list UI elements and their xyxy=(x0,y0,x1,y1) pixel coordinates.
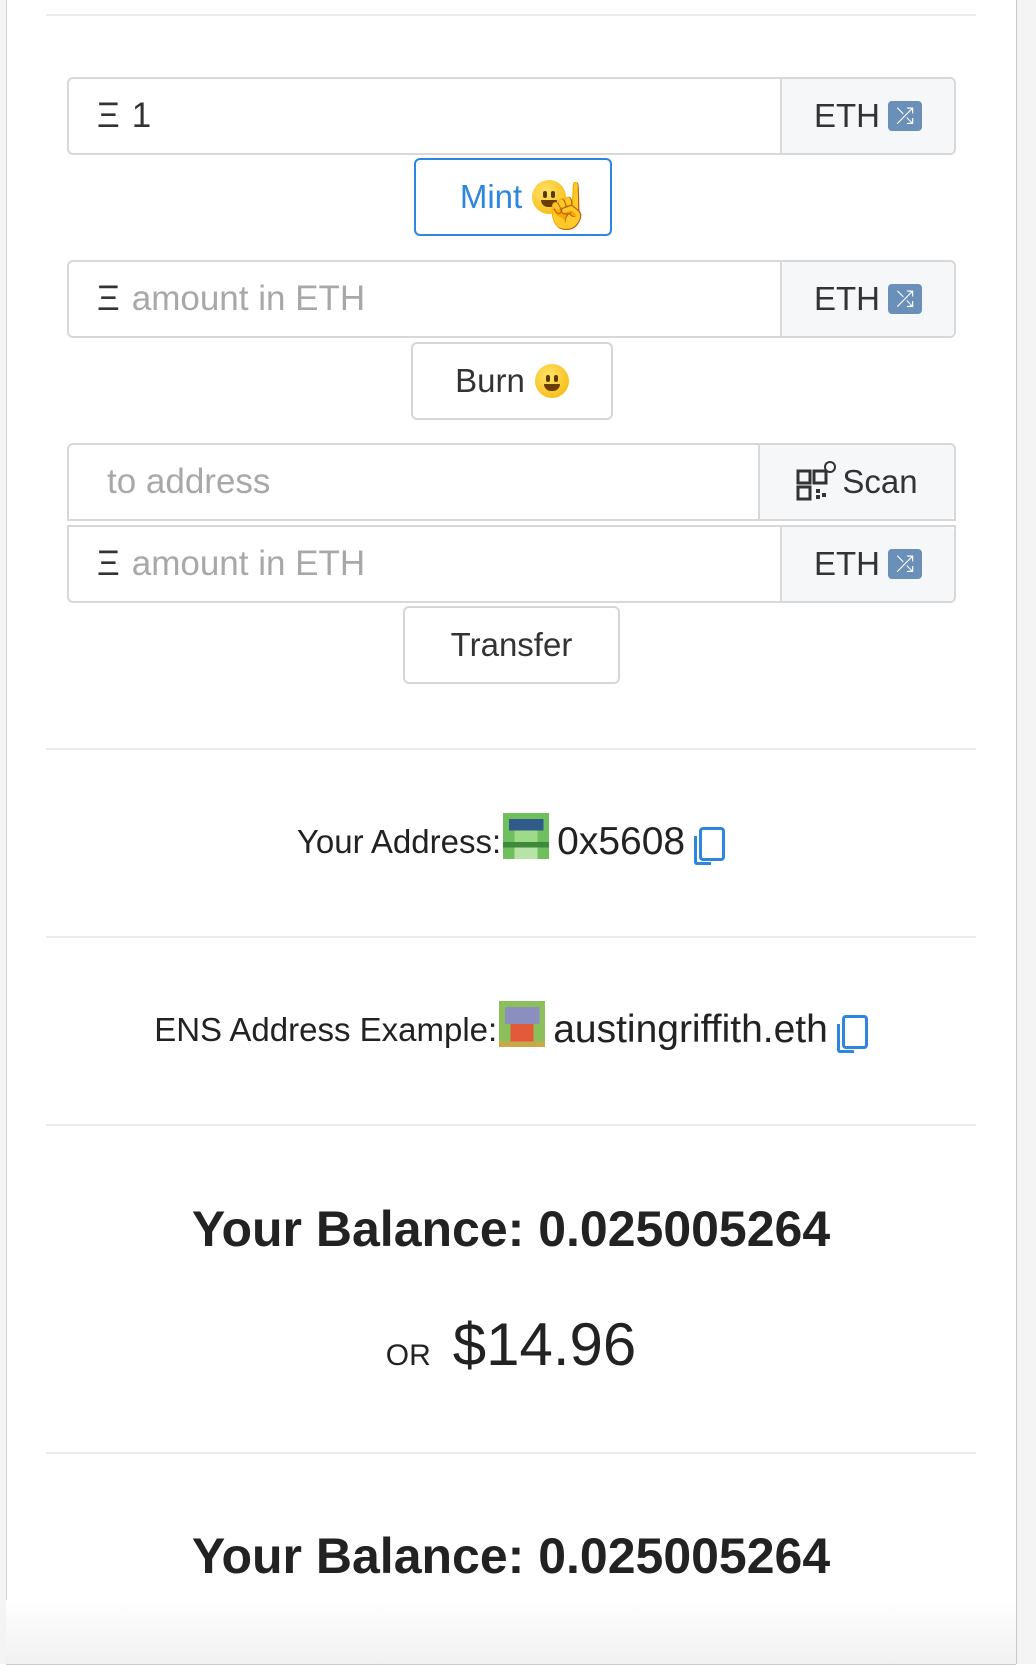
divider xyxy=(46,1452,976,1454)
burn-amount-input[interactable]: Ξ amount in ETH xyxy=(69,262,780,336)
eth-symbol: Ξ xyxy=(97,279,120,318)
mint-amount-group: Ξ 1 ETH ⤮ xyxy=(67,77,956,155)
scan-button[interactable]: Scan xyxy=(758,445,954,519)
transfer-button[interactable]: Transfer xyxy=(403,606,620,684)
ens-address-row: ENS Address Example: austingriffith.eth xyxy=(6,1000,1016,1060)
transfer-amount-placeholder: amount in ETH xyxy=(131,544,366,583)
usd-balance-row: OR $14.96 xyxy=(6,1310,1016,1379)
browser-bottom-bar xyxy=(6,1600,1016,1665)
hand-cursor-icon: ☝ xyxy=(540,182,595,231)
copy-icon[interactable] xyxy=(836,1015,868,1053)
copy-icon[interactable] xyxy=(694,827,726,865)
burn-button-label: Burn xyxy=(455,362,525,399)
smiley-icon xyxy=(534,364,569,398)
scan-label: Scan xyxy=(842,463,918,500)
transfer-address-placeholder: to address xyxy=(107,462,271,501)
mint-button-label: Mint xyxy=(459,178,523,215)
or-label: OR xyxy=(385,1339,431,1372)
transfer-button-label: Transfer xyxy=(450,626,573,663)
divider xyxy=(46,1124,976,1126)
eth-symbol: Ξ xyxy=(97,96,120,135)
ens-blockie-avatar xyxy=(499,1001,546,1047)
mint-amount-value: 1 xyxy=(131,96,152,135)
shuffle-icon: ⤮ xyxy=(888,284,922,314)
currency-label: ETH xyxy=(814,545,880,582)
ens-address-value[interactable]: austingriffith.eth xyxy=(553,1008,828,1052)
qr-code-icon xyxy=(796,461,837,501)
transfer-amount-group: Ξ amount in ETH ETH ⤮ xyxy=(67,525,956,603)
shuffle-icon: ⤮ xyxy=(888,549,922,579)
window-frame-right xyxy=(1016,0,1036,1664)
balance-text-2: Your Balance: 0.025005264 xyxy=(191,1528,831,1584)
transfer-address-group: to address Scan xyxy=(67,443,956,521)
your-address-value[interactable]: 0x5608 xyxy=(557,820,685,864)
your-address-row: Your Address: 0x5608 xyxy=(6,812,1016,872)
burn-amount-placeholder: amount in ETH xyxy=(131,279,366,318)
transfer-address-input[interactable]: to address xyxy=(69,445,758,519)
transfer-currency-toggle[interactable]: ETH ⤮ xyxy=(780,527,954,601)
ens-address-label: ENS Address Example: xyxy=(154,1011,498,1048)
eth-symbol: Ξ xyxy=(97,544,120,583)
divider xyxy=(46,936,976,938)
burn-button[interactable]: Burn xyxy=(411,342,613,420)
mint-amount-input[interactable]: Ξ 1 xyxy=(69,79,780,153)
divider xyxy=(46,748,976,750)
currency-label: ETH xyxy=(814,280,880,317)
transfer-amount-input[interactable]: Ξ amount in ETH xyxy=(69,527,780,601)
balance-text: Your Balance: 0.025005264 xyxy=(191,1201,831,1257)
shuffle-icon: ⤮ xyxy=(888,101,922,131)
burn-amount-group: Ξ amount in ETH ETH ⤮ xyxy=(67,260,956,338)
usd-balance: $14.96 xyxy=(452,1311,637,1378)
divider-top xyxy=(46,14,976,16)
your-address-label: Your Address: xyxy=(296,823,502,860)
address-blockie-avatar xyxy=(503,813,550,859)
currency-label: ETH xyxy=(814,97,880,134)
mint-currency-toggle[interactable]: ETH ⤮ xyxy=(780,79,954,153)
burn-currency-toggle[interactable]: ETH ⤮ xyxy=(780,262,954,336)
